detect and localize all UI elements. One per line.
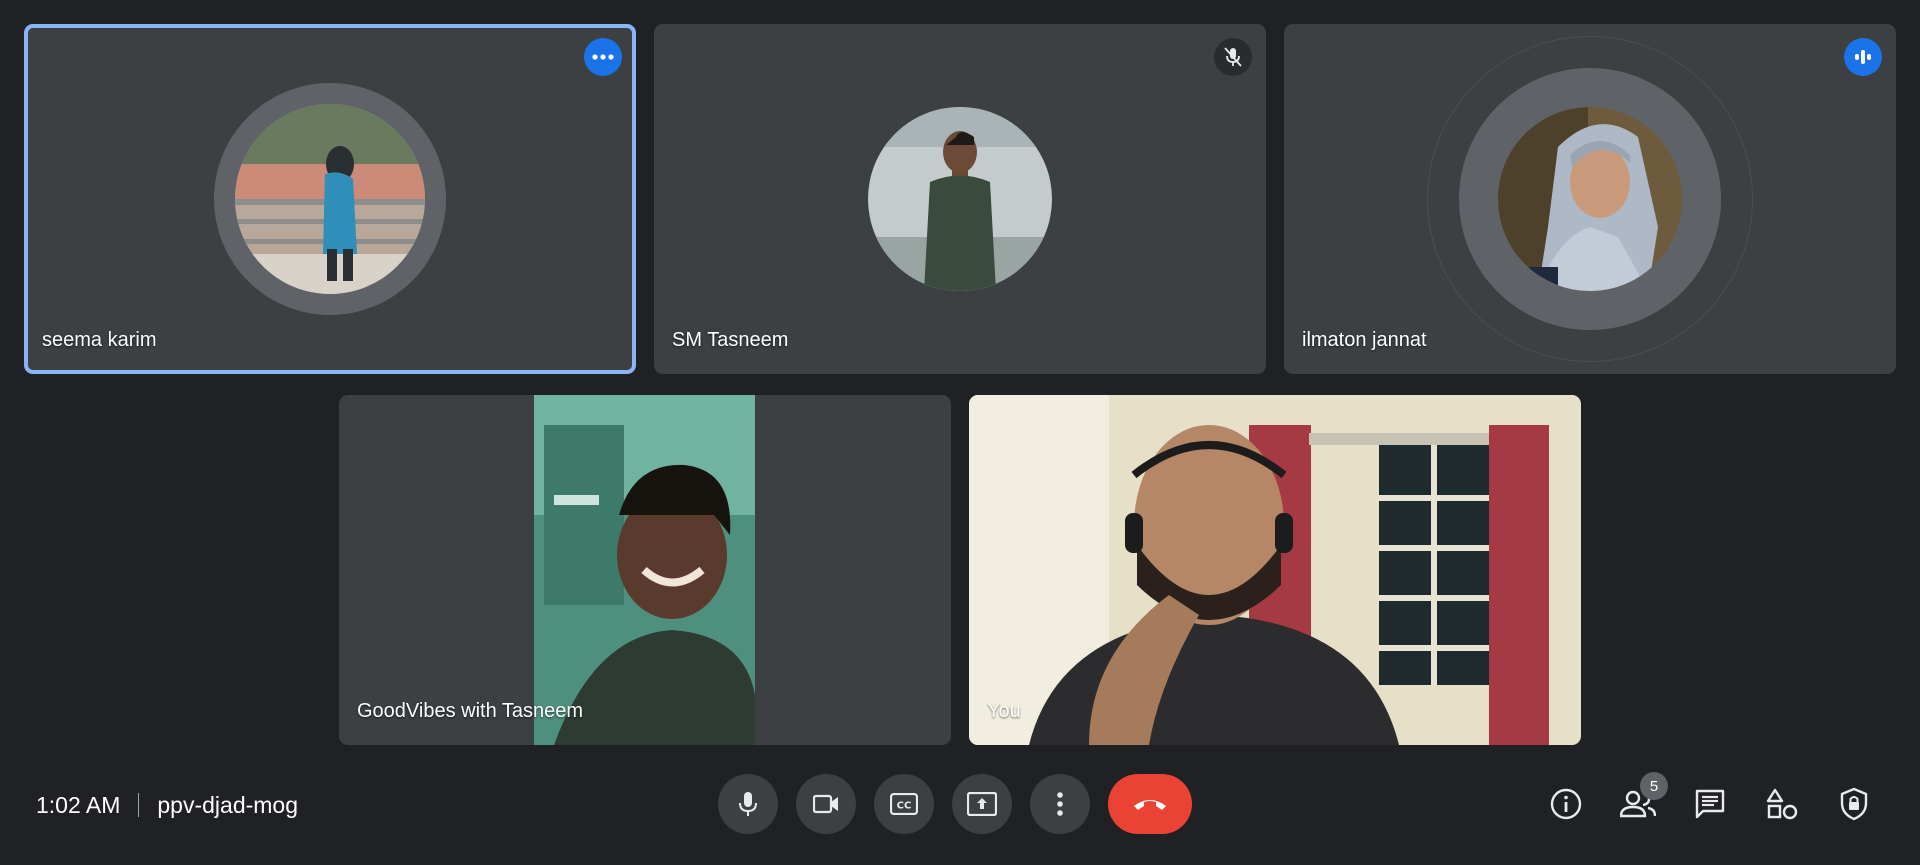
participant-tile-you[interactable]: You [969, 395, 1581, 745]
meeting-info: 1:02 AM ppv-djad-mog [36, 760, 298, 850]
avatar [868, 107, 1052, 291]
host-controls-icon [1840, 787, 1868, 821]
video-feed [969, 395, 1581, 745]
avatar [235, 104, 425, 294]
host-controls-button[interactable] [1830, 774, 1878, 834]
participant-name: seema karim [42, 329, 157, 351]
more-options-icon[interactable] [584, 38, 622, 76]
participant-tile-goodvibes[interactable]: GoodVibes with Tasneem [339, 395, 951, 745]
end-call-button[interactable] [1108, 774, 1192, 834]
speaking-icon [1844, 38, 1882, 76]
svg-text:CC: CC [897, 801, 912, 812]
video-feed [534, 395, 755, 745]
microphone-icon [739, 792, 757, 816]
avatar [1498, 107, 1682, 291]
activities-icon [1766, 788, 1798, 820]
mic-off-icon [1214, 38, 1252, 76]
meeting-time: 1:02 AM [36, 791, 121, 818]
more-options-button[interactable] [1030, 774, 1090, 834]
participant-name: GoodVibes with Tasneem [357, 700, 584, 722]
chat-icon [1695, 789, 1725, 819]
participant-name: You [987, 700, 1021, 722]
present-screen-icon [967, 792, 997, 816]
camera-icon [813, 794, 838, 814]
more-vert-icon [1057, 792, 1063, 816]
activities-button[interactable] [1758, 774, 1806, 834]
participant-count-badge: 5 [1640, 772, 1668, 800]
participant-name: SM Tasneem [672, 329, 789, 351]
participant-name: ilmaton jannat [1302, 329, 1427, 351]
avatar-ring [1459, 68, 1721, 330]
participant-tile-sm-tasneem[interactable]: SM Tasneem [654, 24, 1266, 374]
avatar-wrap [868, 107, 1052, 291]
closed-captions-icon: CC [890, 793, 918, 815]
meeting-code: ppv-djad-mog [157, 791, 299, 818]
meeting-toolbar: 1:02 AM ppv-djad-mog CC 5 [0, 760, 1920, 850]
camera-button[interactable] [796, 774, 856, 834]
side-panel-buttons: 5 [1542, 772, 1878, 834]
divider [138, 793, 140, 817]
avatar-ring [214, 83, 446, 315]
end-call-icon [1134, 800, 1166, 810]
captions-button[interactable]: CC [874, 774, 934, 834]
participant-tile-seema-karim[interactable]: seema karim [24, 24, 636, 374]
participant-tile-ilmaton-jannat[interactable]: ilmaton jannat [1284, 24, 1896, 374]
meeting-stage: seema karim SM Tasneem ilmaton jannat Go… [0, 0, 1920, 865]
meeting-details-button[interactable] [1542, 774, 1590, 834]
chat-button[interactable] [1686, 774, 1734, 834]
info-icon [1550, 788, 1582, 820]
people-button[interactable]: 5 [1614, 772, 1668, 834]
call-controls: CC [718, 774, 1192, 834]
present-button[interactable] [952, 774, 1012, 834]
microphone-button[interactable] [718, 774, 778, 834]
